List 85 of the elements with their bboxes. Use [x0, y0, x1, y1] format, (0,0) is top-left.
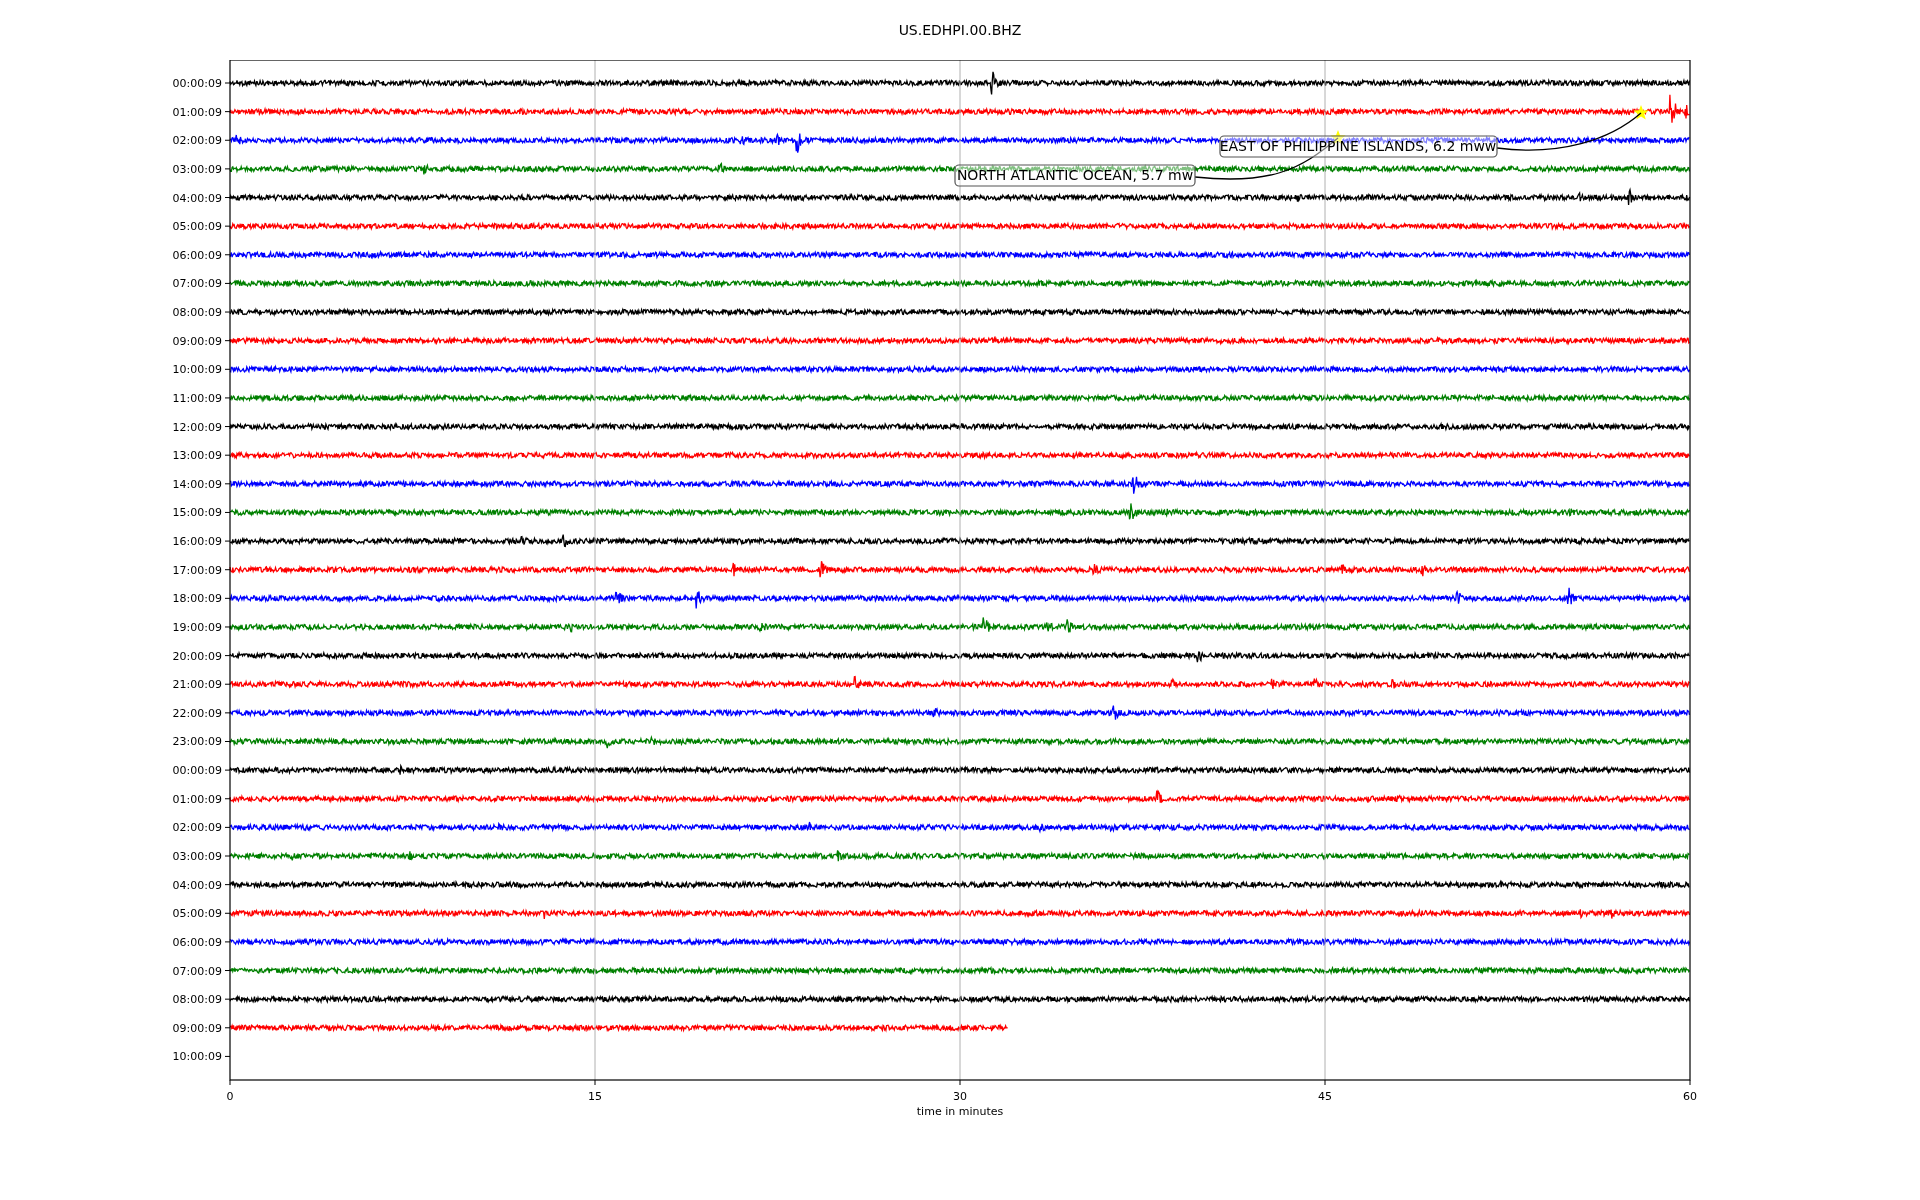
y-tick-mark [224, 511, 231, 513]
y-tick-mark [224, 197, 231, 198]
y-tick-label: 03:00:09 [172, 850, 222, 863]
y-tick-label: 11:00:09 [172, 391, 222, 405]
y-tick-label: 10:00:09 [172, 1050, 222, 1064]
annotation-label: NORTH ATLANTIC OCEAN, 5.7 mw [954, 164, 1196, 187]
y-tick-mark [224, 941, 231, 943]
y-tick-mark [224, 712, 231, 714]
y-tick-mark [224, 798, 231, 800]
y-tick-mark [224, 855, 231, 857]
y-tick-label: 00:00:09 [172, 77, 222, 90]
y-tick-mark [224, 397, 231, 399]
x-tick-label: 0 [226, 1090, 234, 1103]
y-tick-mark [224, 426, 231, 428]
y-tick-mark [224, 683, 231, 685]
y-tick-label: 09:00:09 [172, 1021, 222, 1035]
y-tick-mark [224, 540, 231, 542]
y-tick-mark [224, 139, 231, 141]
y-tick-mark [224, 884, 231, 886]
y-tick-label: 04:00:09 [172, 191, 222, 205]
y-tick-label: 16:00:09 [172, 535, 222, 549]
y-tick-label: 21:00:09 [172, 678, 222, 692]
y-tick-label: 07:00:09 [172, 277, 222, 291]
y-tick-label: 02:00:09 [172, 821, 222, 835]
y-tick-mark [224, 912, 231, 914]
y-tick-mark [224, 626, 231, 628]
y-tick-mark [224, 1027, 231, 1029]
y-tick-label: 12:00:09 [172, 420, 222, 434]
y-tick-mark [224, 368, 231, 370]
y-tick-mark [224, 769, 231, 771]
y-tick-label: 06:00:09 [172, 935, 222, 949]
y-tick-label: 15:00:09 [172, 506, 222, 520]
y-tick-label: 09:00:09 [172, 334, 222, 348]
y-tick-mark [224, 655, 231, 657]
y-tick-label: 08:00:09 [172, 306, 222, 320]
x-tick-mark [1324, 1079, 1326, 1086]
y-tick-label: 10:00:09 [172, 363, 222, 377]
y-tick-mark [224, 454, 231, 456]
y-tick-label: 01:00:09 [172, 792, 222, 806]
y-tick-label: 03:00:09 [172, 162, 222, 176]
y-tick-mark [224, 826, 231, 828]
x-tick-label: 45 [1318, 1090, 1332, 1103]
y-tick-mark [224, 225, 231, 227]
y-tick-label: 08:00:09 [172, 993, 222, 1007]
x-tick-label: 15 [588, 1090, 602, 1103]
y-tick-mark [224, 483, 231, 485]
y-tick-label: 19:00:09 [172, 620, 222, 634]
x-tick-mark [1689, 1079, 1691, 1086]
y-tick-mark [224, 168, 231, 170]
y-tick-label: 05:00:09 [172, 220, 222, 234]
y-tick-mark [224, 741, 231, 742]
y-tick-label: 18:00:09 [172, 592, 222, 606]
y-tick-mark [224, 82, 231, 84]
y-tick-label: 01:00:09 [172, 105, 222, 119]
y-tick-mark [224, 254, 231, 256]
y-tick-mark [224, 569, 231, 571]
y-tick-label: 14:00:09 [172, 477, 222, 491]
x-tick-label: 60 [1683, 1090, 1697, 1103]
plot-title: US.EDHPI.00.BHZ [898, 20, 1022, 40]
y-tick-mark [224, 998, 231, 1000]
y-tick-mark [224, 597, 231, 599]
x-tick-label: 30 [953, 1090, 967, 1103]
y-tick-mark [224, 311, 231, 313]
y-tick-label: 22:00:09 [172, 706, 222, 720]
y-tick-label: 20:00:09 [172, 649, 222, 663]
star-icon [1633, 105, 1649, 120]
annotation-label: EAST OF PHILIPPINE ISLANDS, 6.2 mww [1219, 135, 1498, 158]
x-tick-mark [594, 1079, 596, 1086]
y-tick-label: 13:00:09 [172, 449, 222, 463]
y-tick-mark [224, 340, 231, 342]
y-tick-label: 07:00:09 [172, 964, 222, 978]
y-tick-label: 06:00:09 [172, 248, 222, 262]
y-tick-label: 00:00:09 [172, 764, 222, 778]
y-tick-mark [224, 111, 231, 113]
x-axis-label: time in minutes [916, 1105, 1004, 1118]
y-tick-label: 02:00:09 [172, 134, 222, 148]
x-tick-mark [229, 1079, 231, 1086]
y-tick-mark [224, 1055, 231, 1057]
x-tick-mark [959, 1079, 961, 1086]
y-tick-label: 23:00:09 [172, 735, 222, 749]
y-tick-mark [224, 970, 231, 972]
y-tick-label: 04:00:09 [172, 878, 222, 892]
y-tick-label: 05:00:09 [172, 907, 222, 921]
y-tick-mark [224, 282, 231, 284]
y-tick-label: 17:00:09 [172, 563, 222, 577]
